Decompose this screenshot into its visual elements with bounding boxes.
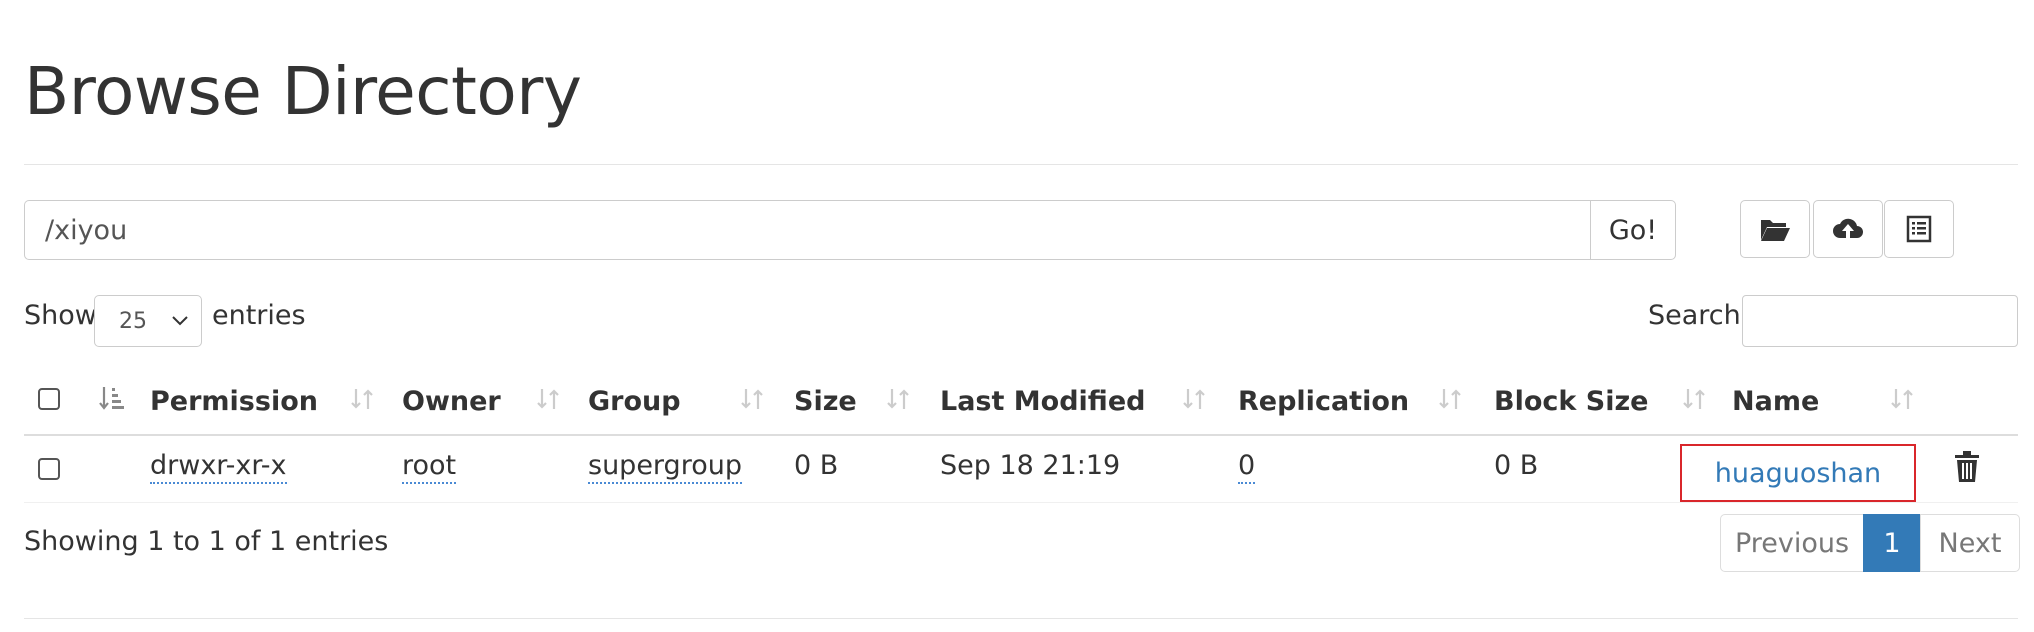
folder-open-icon: [1761, 220, 1790, 241]
select-all-checkbox[interactable]: [38, 388, 60, 410]
divider: [24, 164, 2018, 165]
sort-icon[interactable]: [738, 384, 766, 414]
divider: [24, 618, 2018, 619]
column-header-last-modified[interactable]: Last Modified: [940, 386, 1145, 417]
replication-cell[interactable]: 0: [1238, 450, 1256, 484]
last-modified-cell: Sep 18 21:19: [940, 450, 1121, 481]
trash-icon[interactable]: [1952, 450, 1982, 484]
column-header-permission[interactable]: Permission: [150, 386, 318, 417]
previous-button[interactable]: Previous: [1720, 514, 1864, 572]
entries-select-value: 25: [119, 308, 147, 334]
view-list-button[interactable]: [1884, 200, 1954, 258]
pagination: Previous 1 Next: [1720, 514, 2020, 572]
list-icon: [1906, 215, 1932, 243]
block-size-cell: 0 B: [1494, 450, 1539, 481]
column-header-block-size[interactable]: Block Size: [1494, 386, 1648, 417]
directory-link[interactable]: huaguoshan: [1715, 458, 1881, 489]
permission-cell[interactable]: drwxr-xr-x: [150, 450, 287, 484]
table-row: drwxr-xr-x root supergroup 0 B Sep 18 21…: [24, 436, 2018, 503]
path-bar: Go!: [24, 200, 1676, 260]
group-cell[interactable]: supergroup: [588, 450, 742, 484]
sort-icon[interactable]: [348, 384, 376, 414]
column-header-group[interactable]: Group: [588, 386, 681, 417]
entries-select[interactable]: 25: [94, 295, 202, 347]
file-table: Permission Owner Group Size Last Modifie…: [24, 370, 2018, 503]
sort-desc-icon[interactable]: [98, 384, 126, 414]
go-button[interactable]: Go!: [1590, 200, 1676, 260]
sort-icon[interactable]: [1680, 384, 1708, 414]
search-label: Search:: [1648, 300, 1750, 331]
table-info: Showing 1 to 1 of 1 entries: [24, 526, 389, 557]
sort-icon[interactable]: [1888, 384, 1916, 414]
size-cell: 0 B: [794, 450, 839, 481]
page-1-button[interactable]: 1: [1863, 514, 1921, 572]
create-directory-button[interactable]: [1740, 200, 1810, 258]
cloud-upload-icon: [1833, 218, 1863, 239]
column-header-name[interactable]: Name: [1732, 386, 1819, 417]
sort-icon[interactable]: [1180, 384, 1208, 414]
next-button[interactable]: Next: [1920, 514, 2020, 572]
table-header: Permission Owner Group Size Last Modifie…: [24, 370, 2018, 436]
entries-label: entries: [212, 300, 306, 331]
search-input[interactable]: [1742, 295, 2018, 347]
page-title: Browse Directory: [24, 53, 582, 130]
show-label: Show: [24, 300, 97, 331]
column-header-size[interactable]: Size: [794, 386, 857, 417]
name-cell-highlight: huaguoshan: [1680, 444, 1916, 502]
path-input[interactable]: [24, 200, 1590, 260]
chevron-down-icon: [172, 316, 188, 326]
owner-cell[interactable]: root: [402, 450, 457, 484]
sort-icon[interactable]: [534, 384, 562, 414]
sort-icon[interactable]: [1436, 384, 1464, 414]
column-header-replication[interactable]: Replication: [1238, 386, 1409, 417]
sort-icon[interactable]: [884, 384, 912, 414]
upload-file-button[interactable]: [1813, 200, 1883, 258]
row-checkbox[interactable]: [38, 458, 60, 480]
column-header-owner[interactable]: Owner: [402, 386, 501, 417]
